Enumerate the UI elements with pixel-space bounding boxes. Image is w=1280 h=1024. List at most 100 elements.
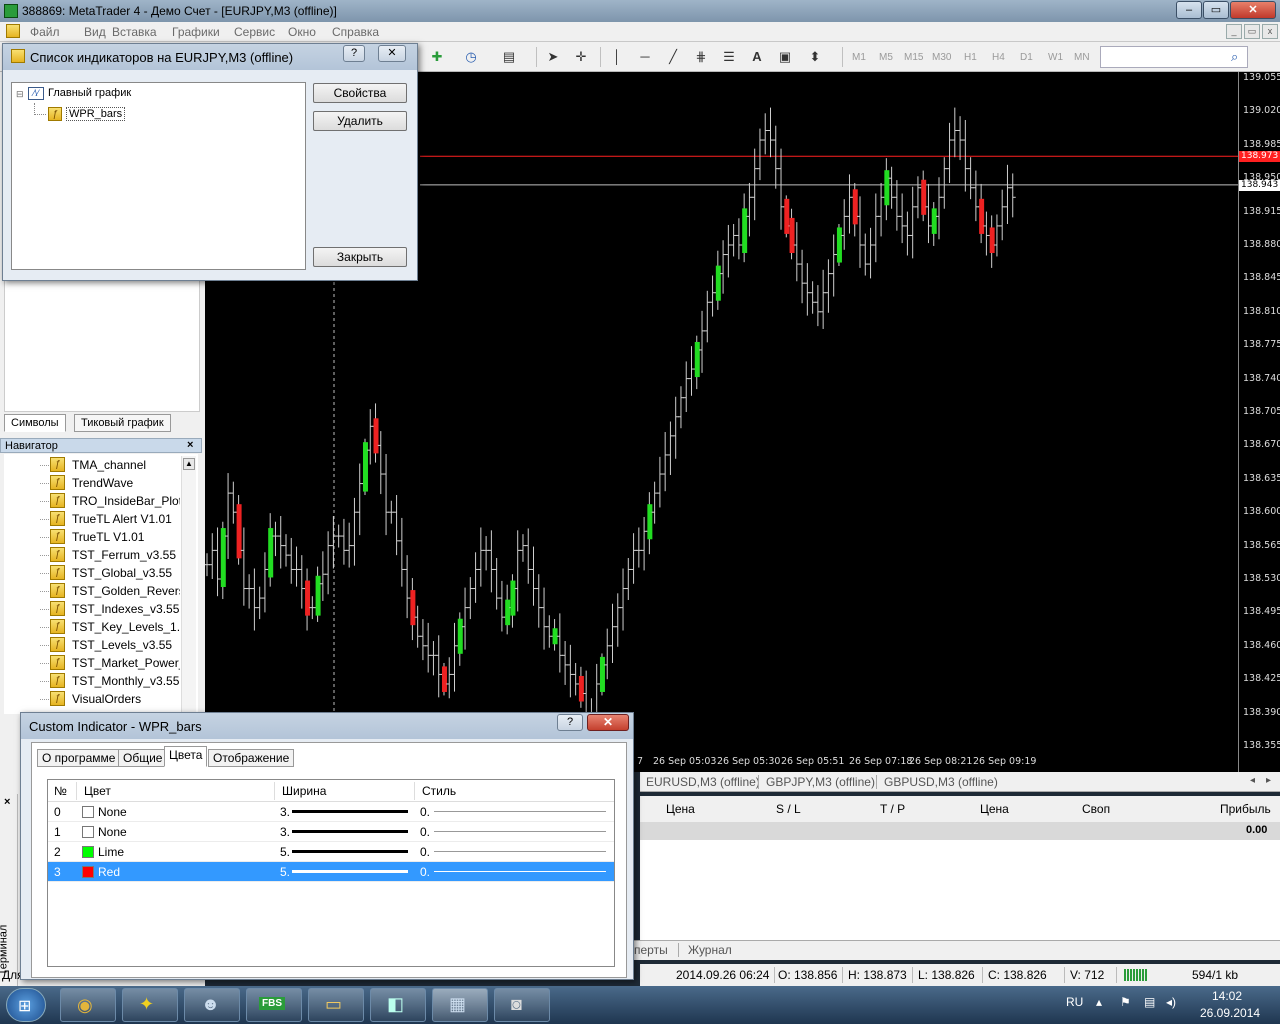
- navigator-close-icon[interactable]: ×: [187, 439, 193, 451]
- tray-expand-icon[interactable]: ▴: [1096, 995, 1102, 1009]
- col-swap[interactable]: Своп: [1082, 802, 1110, 816]
- style-line[interactable]: [434, 851, 606, 852]
- volume-icon[interactable]: ◂): [1166, 995, 1176, 1009]
- col-price[interactable]: Цена: [666, 802, 695, 816]
- vertical-line-icon[interactable]: │: [608, 48, 626, 66]
- horizontal-line-icon[interactable]: ─: [636, 48, 654, 66]
- tf-h4[interactable]: H4: [992, 52, 1005, 63]
- properties-button[interactable]: Свойства: [313, 83, 407, 103]
- cursor-icon[interactable]: ➤: [544, 48, 562, 66]
- navigator-item[interactable]: TRO_InsideBar_Plot2: [72, 492, 180, 510]
- width-line[interactable]: [292, 870, 408, 873]
- template-icon[interactable]: ▤: [500, 48, 518, 66]
- label-icon[interactable]: ▣: [776, 48, 794, 66]
- width-line[interactable]: [292, 810, 408, 813]
- delete-button[interactable]: Удалить: [313, 111, 407, 131]
- task-fbs[interactable]: FBS: [246, 988, 302, 1022]
- col-color[interactable]: Цвет: [84, 784, 111, 798]
- text-icon[interactable]: A: [748, 48, 766, 66]
- collapse-icon[interactable]: ⊟: [16, 89, 24, 100]
- tf-h1[interactable]: H1: [964, 52, 977, 63]
- navigator-item[interactable]: TST_Key_Levels_1.55: [72, 618, 180, 636]
- tree-child-label[interactable]: WPR_bars: [66, 107, 126, 121]
- start-button[interactable]: ⊞: [6, 988, 46, 1022]
- tf-m15[interactable]: M15: [904, 52, 923, 63]
- navigator-item[interactable]: VisualOrders: [72, 690, 180, 708]
- menu-window[interactable]: Окно: [288, 25, 316, 39]
- task-batch[interactable]: ✦: [122, 988, 178, 1022]
- close-dialog-button[interactable]: Закрыть: [313, 247, 407, 267]
- navigator-scrollbar[interactable]: ▲: [181, 456, 196, 712]
- tf-m30[interactable]: M30: [932, 52, 951, 63]
- close-button[interactable]: ✕: [1230, 1, 1276, 19]
- tab-visualization[interactable]: Отображение: [208, 749, 295, 767]
- navigator-item[interactable]: TST_Levels_v3.55: [72, 636, 180, 654]
- tab-symbols[interactable]: Символы: [4, 414, 66, 432]
- col-tp[interactable]: T / P: [880, 802, 905, 816]
- color-swatch[interactable]: [82, 806, 94, 818]
- tab-scroll-left-icon[interactable]: ◂: [1250, 775, 1255, 786]
- col-number[interactable]: №: [54, 784, 67, 798]
- tree-root-label[interactable]: Главный график: [48, 87, 131, 99]
- col-sl[interactable]: S / L: [776, 802, 801, 816]
- menu-help[interactable]: Справка: [332, 25, 379, 39]
- mdi-minimize-button[interactable]: _: [1226, 24, 1242, 39]
- menu-file[interactable]: Файл: [30, 25, 60, 39]
- menu-charts[interactable]: Графики: [172, 25, 220, 39]
- col-width[interactable]: Ширина: [282, 784, 326, 798]
- clock-date[interactable]: 26.09.2014: [1200, 1006, 1260, 1020]
- network-icon[interactable]: ▤: [1144, 995, 1155, 1009]
- navigator-item[interactable]: TST_Golden_Reverse_: [72, 582, 180, 600]
- add-icon[interactable]: ✚: [428, 48, 446, 66]
- tab-experts[interactable]: перты: [634, 943, 668, 957]
- width-line[interactable]: [292, 830, 408, 833]
- task-explorer[interactable]: ▭: [308, 988, 364, 1022]
- menu-insert[interactable]: Вставка: [112, 25, 157, 39]
- task-chrome[interactable]: ◉: [60, 988, 116, 1022]
- row-color-name[interactable]: Lime: [98, 845, 124, 859]
- channel-icon[interactable]: ⋕: [692, 48, 710, 66]
- color-swatch[interactable]: [82, 866, 94, 878]
- col-style[interactable]: Стиль: [422, 784, 456, 798]
- chart-tab-eurusd[interactable]: EURUSD,M3 (offline): [646, 775, 760, 789]
- navigator-item[interactable]: TrueTL Alert V1.01: [72, 510, 180, 528]
- scroll-up-icon[interactable]: ▲: [183, 458, 195, 470]
- custom-dialog-close-button[interactable]: ✕: [587, 714, 629, 731]
- tab-colors[interactable]: Цвета: [164, 746, 208, 767]
- help-button[interactable]: ?: [343, 45, 365, 62]
- menu-tools[interactable]: Сервис: [234, 25, 275, 39]
- width-line[interactable]: [292, 850, 408, 853]
- row-color-name[interactable]: Red: [98, 865, 120, 879]
- tab-about[interactable]: О программе: [37, 749, 121, 767]
- navigator-item[interactable]: TST_Indexes_v3.55: [72, 600, 180, 618]
- chart-tab-gbpusd[interactable]: GBPUSD,M3 (offline): [884, 775, 998, 789]
- style-line[interactable]: [434, 871, 606, 872]
- style-line[interactable]: [434, 811, 606, 812]
- color-swatch[interactable]: [82, 846, 94, 858]
- maximize-button[interactable]: ▭: [1203, 1, 1229, 19]
- task-metatrader[interactable]: ▦: [432, 988, 488, 1022]
- row-color-name[interactable]: None: [98, 825, 127, 839]
- navigator-item[interactable]: TST_Market_Power_v1: [72, 654, 180, 672]
- navigator-item[interactable]: TST_Ferrum_v3.55: [72, 546, 180, 564]
- grid-row[interactable]: 3 Red 5. 0.: [48, 862, 614, 882]
- tf-m1[interactable]: M1: [852, 52, 866, 63]
- tf-mn[interactable]: MN: [1074, 52, 1090, 63]
- tab-journal[interactable]: Журнал: [688, 943, 732, 957]
- search-input[interactable]: ⌕: [1100, 46, 1248, 68]
- navigator-item[interactable]: TST_Monthly_v3.55: [72, 672, 180, 690]
- fibo-icon[interactable]: ☰: [720, 48, 738, 66]
- minimize-button[interactable]: –: [1176, 1, 1202, 19]
- tab-common[interactable]: Общие: [118, 749, 168, 767]
- row-color-name[interactable]: None: [98, 805, 127, 819]
- navigator-item[interactable]: TrendWave: [72, 474, 180, 492]
- terminal-close-icon[interactable]: ×: [4, 796, 10, 808]
- grid-row[interactable]: 1 None 3. 0.: [48, 822, 614, 842]
- indicators-dialog-close-button[interactable]: ✕: [378, 45, 406, 62]
- chart-tab-gbpjpy[interactable]: GBPJPY,M3 (offline): [766, 775, 875, 789]
- tab-scroll-right-icon[interactable]: ▸: [1266, 775, 1271, 786]
- mdi-restore-button[interactable]: ▭: [1244, 24, 1260, 39]
- trendline-icon[interactable]: ╱: [664, 48, 682, 66]
- navigator-item[interactable]: TMA_channel: [72, 456, 180, 474]
- navigator-item[interactable]: TrueTL V1.01: [72, 528, 180, 546]
